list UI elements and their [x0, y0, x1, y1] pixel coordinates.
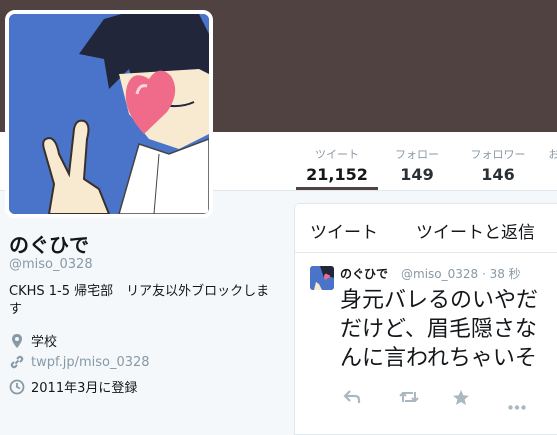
- stat-following-count: 149: [400, 165, 434, 184]
- tweet-avatar[interactable]: [310, 266, 334, 290]
- retweet-icon[interactable]: [398, 389, 420, 409]
- tweet-author-handle[interactable]: @miso_0328 · 38 秒: [401, 265, 521, 282]
- profile-joined: 2011年3月に登録: [9, 377, 137, 396]
- stat-followers-count: 146: [481, 165, 515, 184]
- more-dots-icon[interactable]: [508, 395, 526, 414]
- tab-tweets[interactable]: ツイート: [310, 218, 378, 243]
- avatar-illustration: [9, 14, 209, 214]
- location-pin-icon: [9, 333, 25, 349]
- tweet-actions: [340, 389, 557, 410]
- stat-likes[interactable]: お: [544, 132, 557, 190]
- profile-bio: CKHS 1-5 帰宅部 リア友以外ブロックします: [9, 284, 270, 317]
- profile-location: 学校: [9, 331, 57, 350]
- stat-tweets[interactable]: ツイート 21,152: [296, 132, 378, 190]
- calendar-clock-icon: [9, 379, 25, 395]
- stat-followers-label: フォロワー: [470, 148, 526, 161]
- stat-followers[interactable]: フォロワー 146: [458, 132, 538, 190]
- profile-handle[interactable]: @miso_0328: [9, 257, 93, 272]
- profile-joined-text: 2011年3月に登録: [31, 381, 138, 396]
- tweet-author-name[interactable]: のぐひで: [340, 265, 388, 282]
- link-icon: [9, 354, 25, 370]
- tweet-text: 身元バレるのいやだ だけど、眉毛隠さな んに言われちゃいそ: [340, 288, 539, 371]
- profile-name: のぐひで: [9, 233, 89, 257]
- reply-icon[interactable]: [343, 389, 361, 409]
- profile-location-text: 学校: [31, 335, 58, 350]
- timeline-panel: ツイート ツイートと返信 のぐひで @miso_0328 · 38 秒 身元バレ…: [294, 203, 557, 435]
- stat-tweets-label: ツイート: [315, 148, 359, 161]
- profile-avatar[interactable]: [5, 10, 213, 218]
- stat-likes-label: お: [548, 148, 557, 161]
- tab-tweets-and-replies[interactable]: ツイートと返信: [416, 218, 535, 243]
- profile-url[interactable]: twpf.jp/miso_0328: [9, 354, 150, 370]
- stat-following[interactable]: フォロー 149: [382, 132, 452, 190]
- profile-url-text[interactable]: twpf.jp/miso_0328: [31, 355, 150, 370]
- stat-following-label: フォロー: [395, 148, 439, 161]
- timeline-tabs: ツイート ツイートと返信: [295, 204, 557, 253]
- stat-tweets-count: 21,152: [306, 165, 368, 184]
